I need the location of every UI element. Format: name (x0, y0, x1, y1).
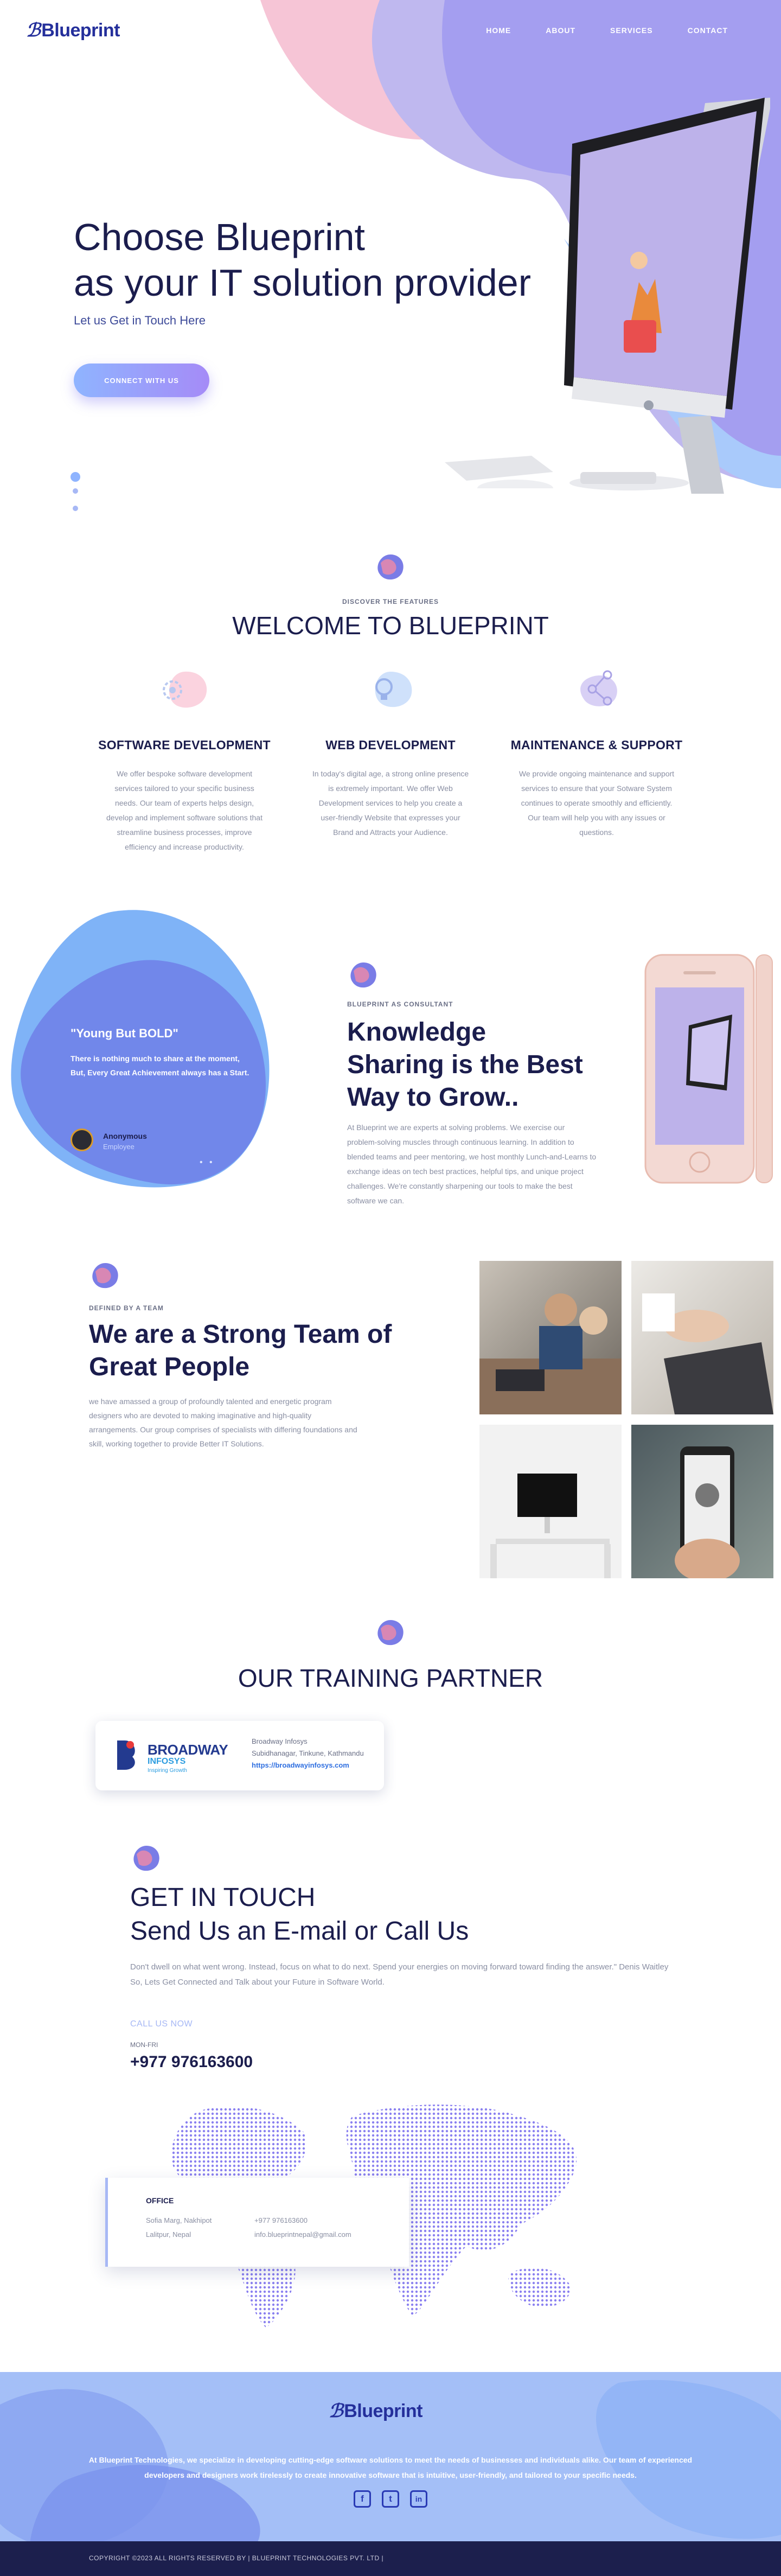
partner-address: Subidhanagar, Tinkune, Kathmandu (252, 1749, 364, 1757)
feature-card-web: WEB DEVELOPMENT In today's digital age, … (290, 738, 491, 840)
gear-icon (163, 671, 207, 708)
team-photo-laptop (631, 1261, 773, 1414)
lightbulb-icon (375, 672, 412, 707)
blueprint-logo-icon: ℬ (329, 2401, 343, 2421)
partner-logo-sub: INFOSYS (148, 1757, 186, 1766)
consultant-section: "Young But BOLD" There is nothing much t… (0, 890, 781, 1242)
blob-decoration-icon (377, 554, 404, 580)
testimonial-quote: There is nothing much to share at the mo… (71, 1054, 249, 1077)
office-email[interactable]: info.blueprintnepal@gmail.com (254, 2228, 351, 2242)
feature-title: SOFTWARE DEVELOPMENT (98, 738, 271, 752)
testimonial-title: "Young But BOLD" (71, 1026, 178, 1040)
feature-text: We provide ongoing maintenance and suppo… (518, 769, 675, 837)
blob-decoration-icon (377, 1620, 404, 1646)
share-icon (580, 670, 617, 706)
partner-logo-tag: Inspiring Growth (148, 1768, 187, 1774)
partner-card[interactable]: BROADWAY INFOSYS Inspiring Growth Broadw… (95, 1721, 384, 1790)
contact-subtitle: Send Us an E-mail or Call Us (130, 1917, 469, 1946)
slider-dot-active[interactable] (71, 472, 80, 482)
blueprint-logo-icon: ℬ (26, 20, 41, 41)
features-title: WELCOME TO BLUEPRINT (232, 611, 549, 640)
partner-title: OUR TRAINING PARTNER (238, 1664, 543, 1692)
testimonial-author: Anonymous (103, 1132, 147, 1140)
hero-title: Choose Blueprint as your IT solution pro… (74, 214, 605, 305)
feature-text: In today's digital age, a strong online … (312, 769, 469, 837)
facebook-icon[interactable]: f (354, 2490, 371, 2508)
copyright-bar: COPYRIGHT ©2023 ALL RIGHTS RESERVED BY |… (0, 2541, 781, 2576)
nav-item-contact[interactable]: CONTACT (688, 26, 728, 35)
blob-decoration-icon (133, 1846, 159, 1871)
feature-card-software: SOFTWARE DEVELOPMENT We offer bespoke so… (84, 738, 285, 855)
avatar (71, 1128, 93, 1151)
brand-name: Blueprint (41, 20, 120, 41)
iphone-illustration (644, 954, 773, 1184)
knowledge-text: At Blueprint we are experts at solving p… (347, 1123, 597, 1205)
team-photo-phone (631, 1425, 773, 1578)
knowledge-label: BLUEPRINT AS CONSULTANT (347, 1000, 453, 1008)
connect-button[interactable]: CONNECT WITH US (74, 364, 209, 397)
footer: ℬ Blueprint At Blueprint Technologies, w… (0, 2372, 781, 2576)
nav-item-about[interactable]: ABOUT (546, 26, 575, 35)
blob-decoration-icon (92, 1263, 118, 1289)
feature-card-maintenance: MAINTENANCE & SUPPORT We provide ongoing… (496, 738, 697, 840)
office-phone[interactable]: +977 976163600 (254, 2214, 308, 2228)
footer-brand-name: Blueprint (344, 2400, 422, 2421)
hero-section: ℬ Blueprint HOME ABOUT SERVICES CONTACT … (0, 0, 781, 521)
contact-title: GET IN TOUCH (130, 1883, 316, 1912)
contact-section: GET IN TOUCH Send Us an E-mail or Call U… (0, 1823, 781, 2372)
team-text: we have amassed a group of profoundly ta… (89, 1397, 357, 1448)
testimonial-role: Employee (103, 1143, 135, 1151)
hours-label: MON-FRI (130, 2041, 158, 2049)
office-card: OFFICE Sofia Marg, Nakhipot Lalitpur, Ne… (105, 2178, 409, 2267)
footer-text: At Blueprint Technologies, we specialize… (88, 2456, 693, 2479)
copyright-text: COPYRIGHT ©2023 ALL RIGHTS RESERVED BY |… (89, 2554, 384, 2562)
team-photo-meeting (479, 1261, 622, 1414)
brand-logo[interactable]: ℬ Blueprint (26, 20, 120, 41)
testimonial-pager-icon[interactable]: • • (200, 1158, 215, 1168)
team-label: DEFINED BY A TEAM (89, 1304, 164, 1312)
footer-logo[interactable]: ℬ Blueprint (329, 2400, 422, 2422)
main-nav: HOME ABOUT SERVICES CONTACT (486, 26, 728, 35)
office-address2: Lalitpur, Nepal (146, 2230, 191, 2239)
team-title: We are a Strong Team of Great People (89, 1320, 392, 1381)
broadway-logo-icon (117, 1740, 135, 1770)
knowledge-title: Knowledge Sharing is the Best Way to Gro… (347, 1018, 583, 1112)
hero-subtitle: Let us Get in Touch Here (74, 314, 206, 327)
team-photo-desk (479, 1425, 622, 1578)
features-section: DISCOVER THE FEATURES WELCOME TO BLUEPRI… (0, 543, 781, 879)
feature-title: WEB DEVELOPMENT (325, 738, 456, 752)
linkedin-icon[interactable]: in (410, 2490, 427, 2508)
twitter-icon[interactable]: t (382, 2490, 399, 2508)
call-label: CALL US NOW (130, 2019, 193, 2029)
slider-dot[interactable] (73, 488, 78, 494)
feature-title: MAINTENANCE & SUPPORT (510, 738, 683, 752)
partner-name: Broadway Infosys (252, 1737, 308, 1745)
phone-number[interactable]: +977 976163600 (130, 2053, 253, 2071)
hero-title-line1: Choose Blueprint (74, 216, 365, 258)
office-address1: Sofia Marg, Nakhipot (146, 2216, 212, 2224)
partner-logo-main: BROADWAY (148, 1742, 228, 1758)
nav-item-home[interactable]: HOME (486, 26, 511, 35)
partner-section: OUR TRAINING PARTNER BROADWAY INFOSYS In… (0, 1606, 781, 1823)
keyboard-mouse-illustration (445, 456, 553, 488)
partner-link[interactable]: https://broadwayinfosys.com (252, 1761, 349, 1769)
office-label: OFFICE (146, 2196, 174, 2205)
nav-item-services[interactable]: SERVICES (610, 26, 653, 35)
features-label: DISCOVER THE FEATURES (342, 598, 439, 605)
contact-text: Don't dwell on what went wrong. Instead,… (130, 1962, 669, 1987)
feature-text: We offer bespoke software development se… (106, 769, 263, 851)
slider-dot[interactable] (73, 506, 78, 511)
hero-title-line2: as your IT solution provider (74, 262, 532, 304)
blob-decoration-icon (350, 962, 376, 988)
team-section: DEFINED BY A TEAM We are a Strong Team o… (0, 1248, 781, 1595)
